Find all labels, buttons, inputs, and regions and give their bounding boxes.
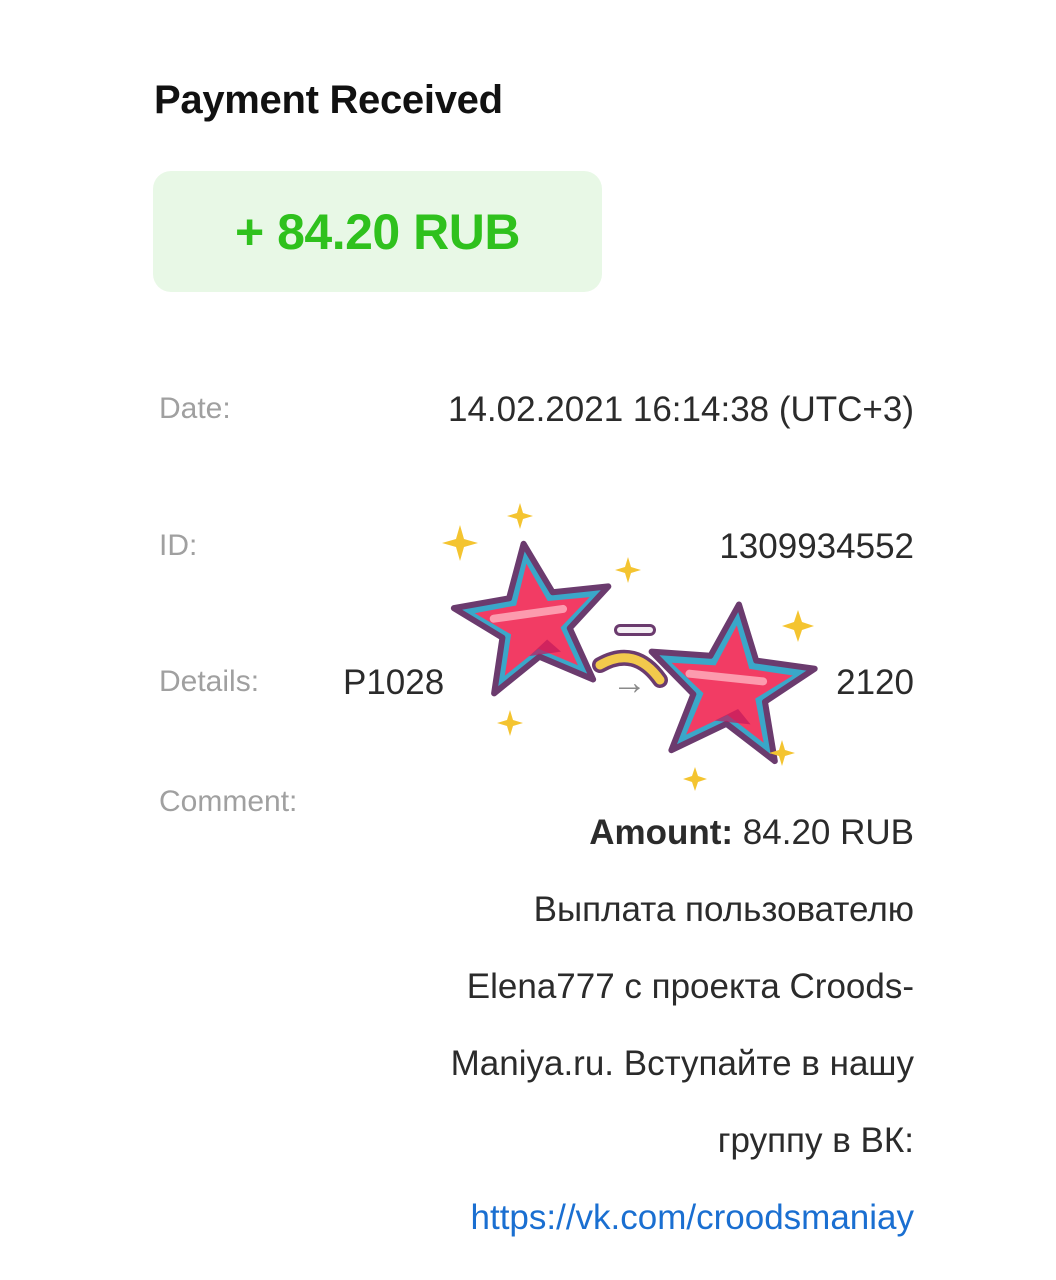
id-label: ID: — [159, 529, 198, 562]
comment-line-1: Выплата пользователю — [533, 890, 914, 929]
amount-value: + 84.20 RUB — [235, 203, 520, 260]
date-label: Date: — [159, 392, 231, 425]
comment-line-3: Maniya.ru. Вступайте в нашу — [450, 1044, 914, 1083]
star-sunglasses-sticker-icon — [442, 503, 818, 791]
details-label: Details: — [159, 665, 260, 698]
comment-line-4: группу в ВК: — [717, 1121, 914, 1160]
comment-amount-line: Amount: 84.20 RUB — [354, 794, 914, 871]
comment-line-2: Elena777 с проекта Croods- — [466, 967, 914, 1006]
comment-amount-value: 84.20 RUB — [733, 813, 914, 852]
comment-amount-label: Amount: — [589, 813, 734, 852]
comment-label: Comment: — [159, 785, 298, 818]
amount-badge: + 84.20 RUB — [153, 171, 602, 292]
comment-text: Amount: 84.20 RUB Выплата пользователю E… — [354, 794, 914, 1256]
vk-group-link[interactable]: https://vk.com/croodsmaniay — [471, 1198, 915, 1237]
date-value: 14.02.2021 16:14:38 (UTC+3) — [447, 390, 914, 429]
page-title: Payment Received — [154, 78, 503, 122]
details-value-right: 2120 — [836, 663, 914, 702]
